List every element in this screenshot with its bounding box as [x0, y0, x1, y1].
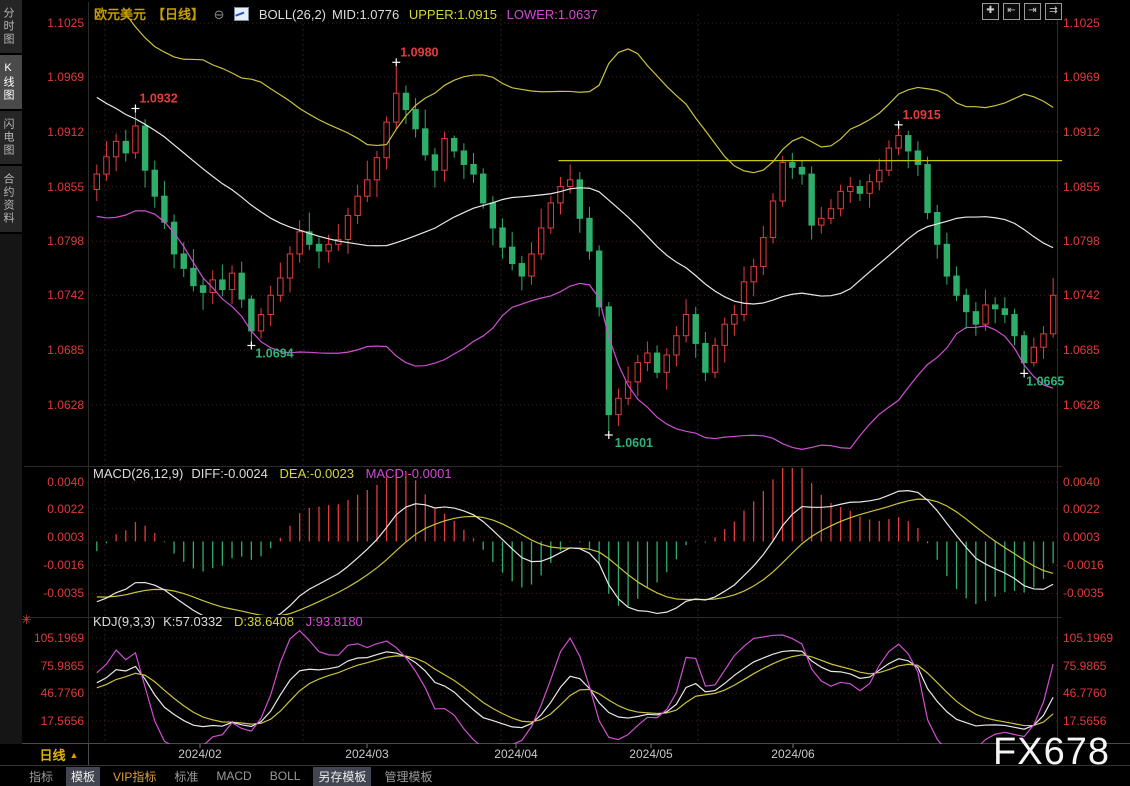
tab-BOLL[interactable]: BOLL	[265, 768, 306, 784]
tab-标准[interactable]: 标准	[169, 767, 203, 786]
compress-right-icon[interactable]: ⇥	[1024, 3, 1041, 20]
tab-MACD[interactable]: MACD	[211, 768, 256, 784]
price-annotation: 1.0980	[400, 45, 438, 59]
kdj-settings-icon[interactable]: ✳	[21, 612, 32, 628]
tab-指标[interactable]: 指标	[24, 767, 58, 786]
period-arrow-icon: ▲	[70, 750, 79, 760]
tab-VIP指标[interactable]: VIP指标	[108, 767, 161, 786]
kdj-title: KDJ(9,3,3)	[93, 614, 155, 629]
watermark: FX678	[993, 731, 1110, 774]
tab-模板[interactable]: 模板	[66, 767, 100, 786]
sidebar-item-candlestick[interactable]: K线图	[0, 55, 22, 111]
kdj-k-label: K:57.0332	[163, 614, 222, 629]
boll-lower-label: LOWER:1.0637	[507, 7, 598, 22]
chart-toolbar: ✚⇤⇥⇉	[982, 3, 1062, 20]
macd-diff-label: DIFF:-0.0024	[191, 466, 268, 481]
kdj-j-label: J:93.8180	[306, 614, 363, 629]
annotation-layer: 1.0932 1.0980 1.0915 1.0694 1.0601 1.0665	[131, 45, 1064, 450]
price-annotation: 1.0601	[615, 436, 653, 450]
chart-canvas[interactable]: 1.0932 1.0980 1.0915 1.0694 1.0601 1.0665	[0, 0, 1130, 786]
tab-管理模板[interactable]: 管理模板	[379, 767, 437, 786]
kdj-d-label: D:38.6408	[234, 614, 294, 629]
period-tag: 【日线】	[152, 7, 204, 22]
price-annotation: 1.0694	[255, 346, 293, 360]
boll-mid-label: MID:1.0776	[332, 7, 399, 22]
period-label: 日线	[40, 745, 66, 764]
sidebar-item-time-share[interactable]: 分时图	[0, 0, 22, 55]
boll-params-label: BOLL(26,2)	[259, 7, 326, 22]
price-annotation: 1.0932	[139, 91, 177, 105]
macd-title: MACD(26,12,9)	[93, 466, 183, 481]
indicator-chart-icon[interactable]	[234, 7, 249, 21]
bottom-tab-bar: 指标模板 VIP指标标准 MACD BOLL 另存模板管理模板	[22, 766, 437, 786]
chart-header: 欧元美元【日线】 ⊖ BOLL(26,2) MID:1.0776 UPPER:1.…	[94, 4, 604, 23]
period-selector[interactable]: 日线 ▲	[30, 744, 89, 765]
symbol-title: 欧元美元	[94, 7, 146, 22]
macd-dea-label: DEA:-0.0023	[280, 466, 354, 481]
left-sidebar: 分时图K线图闪电图合约资料	[0, 0, 22, 744]
sidebar-item-lightning[interactable]: 闪电图	[0, 111, 22, 166]
macd-panel-header: MACD(26,12,9) DIFF:-0.0024 DEA:-0.0023 MA…	[93, 466, 460, 481]
crosshair-move-icon[interactable]: ✚	[982, 3, 999, 20]
tab-另存模板[interactable]: 另存模板	[313, 767, 371, 786]
shift-right-icon[interactable]: ⇉	[1045, 3, 1062, 20]
macd-panel	[97, 464, 1053, 623]
grid-layer	[0, 2, 1130, 766]
boll-upper-label: UPPER:1.0915	[409, 7, 497, 22]
kdj-panel-header: KDJ(9,3,3) K:57.0332 D:38.6408 J:93.8180	[93, 614, 371, 629]
price-annotation: 1.0665	[1026, 374, 1064, 388]
compress-left-icon[interactable]: ⇤	[1003, 3, 1020, 20]
collapse-icon[interactable]: ⊖	[214, 7, 225, 22]
macd-value-label: MACD:-0.0001	[366, 466, 452, 481]
price-annotation: 1.0915	[903, 108, 941, 122]
sidebar-item-contract-info[interactable]: 合约资料	[0, 166, 22, 234]
price-panel	[94, 0, 1056, 449]
